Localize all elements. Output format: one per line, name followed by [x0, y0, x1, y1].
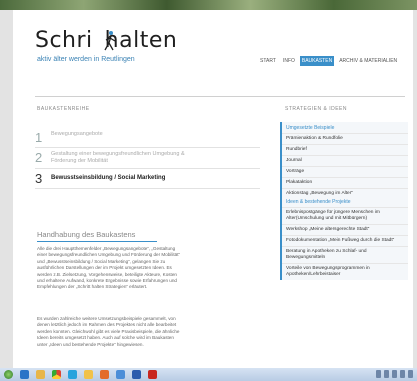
- tray-icon[interactable]: [408, 370, 413, 378]
- ideas-box: Ideen & bestehende Projekte Erlebnispost…: [280, 196, 408, 280]
- nav-start[interactable]: START: [258, 56, 278, 66]
- ie-icon[interactable]: [20, 370, 29, 379]
- chrome-icon[interactable]: [52, 370, 61, 379]
- step-item-1[interactable]: 1 Bewegungsangebote: [35, 128, 260, 148]
- logo-tagline: aktiv älter werden in Reutlingen: [37, 56, 135, 63]
- start-orb-icon[interactable]: [4, 370, 13, 379]
- step-label: Gestaltung einer bewegungsfreundlichen U…: [51, 151, 185, 164]
- web-page: Schri halten aktiv älter werden in Reutli…: [13, 10, 413, 368]
- walking-figure-icon: [104, 31, 116, 51]
- step-number: 1: [35, 130, 43, 145]
- nav-archiv[interactable]: ARCHIV & MATERIALIEN: [337, 56, 399, 66]
- example-link[interactable]: Plakataktion: [282, 177, 408, 188]
- explorer-icon[interactable]: [36, 370, 45, 379]
- paragraph-examples: Es wurden zahlreiche weitere Umsetzungsb…: [37, 316, 180, 347]
- skype-icon[interactable]: [68, 370, 77, 379]
- divider: [35, 96, 405, 97]
- examples-box-title: Umgesetzte Beispiele: [286, 125, 335, 131]
- ideas-box-title: Ideen & bestehende Projekte: [286, 199, 351, 205]
- example-link[interactable]: Vorträge: [282, 166, 408, 177]
- tray-icon[interactable]: [376, 370, 381, 378]
- tray-icon[interactable]: [392, 370, 397, 378]
- step-item-3[interactable]: 3 Bewusstseinsbildung / Social Marketing: [35, 169, 260, 189]
- example-link[interactable]: Journal: [282, 155, 408, 166]
- nav-info[interactable]: INFO: [281, 56, 297, 66]
- step-number: 2: [35, 150, 43, 165]
- nav-baukasten[interactable]: BAUKASTEN: [299, 56, 335, 66]
- example-link[interactable]: Prämienaktion & Rundfolie: [282, 133, 408, 144]
- idea-link[interactable]: Beratung in Apotheken zu Schlaf- und Bew…: [282, 246, 408, 263]
- music-icon[interactable]: [100, 370, 109, 379]
- step-label: Bewegungsangebote: [51, 131, 103, 137]
- section-underline: [37, 241, 157, 242]
- right-column-header: STRATEGIEN & IDEEN: [285, 106, 347, 112]
- step-label: Bewusstseinsbildung / Social Marketing: [51, 175, 166, 181]
- system-tray: [376, 370, 413, 378]
- step-list: 1 Bewegungsangebote 2 Gestaltung einer b…: [35, 128, 260, 189]
- section-title: Handhabung des Baukastens: [37, 230, 136, 239]
- step-item-2[interactable]: 2 Gestaltung einer bewegungsfreundlichen…: [35, 148, 260, 169]
- idea-link[interactable]: Fotodokumentation „Mein Fußweg durch die…: [282, 235, 408, 246]
- site-logo[interactable]: Schri halten aktiv älter werden in Reutli…: [35, 28, 185, 78]
- folder-icon[interactable]: [84, 370, 93, 379]
- taskbar: [0, 368, 417, 381]
- pdf-icon[interactable]: [148, 370, 157, 379]
- tray-icon[interactable]: [384, 370, 389, 378]
- idea-link[interactable]: Erlebnispostgänge für jüngere Menschen i…: [282, 207, 408, 224]
- idea-link[interactable]: Werkshop „Meine altersgerechte Stadt“: [282, 224, 408, 235]
- tray-icon[interactable]: [400, 370, 405, 378]
- step-number: 3: [35, 171, 43, 186]
- paragraph-intro: Alle die drei Hauptthemenfelder „Bewegun…: [37, 246, 181, 290]
- example-link[interactable]: Rundbrief: [282, 144, 408, 155]
- main-nav: START INFO BAUKASTEN ARCHIV & MATERIALIE…: [258, 56, 399, 66]
- left-column-header: BAUKASTENREIHE: [37, 106, 90, 112]
- word-icon[interactable]: [132, 370, 141, 379]
- photos-icon[interactable]: [116, 370, 125, 379]
- header-photo-strip: [0, 0, 417, 10]
- idea-link[interactable]: Vorteile von Bewegungsprogrammen in Apot…: [282, 263, 408, 280]
